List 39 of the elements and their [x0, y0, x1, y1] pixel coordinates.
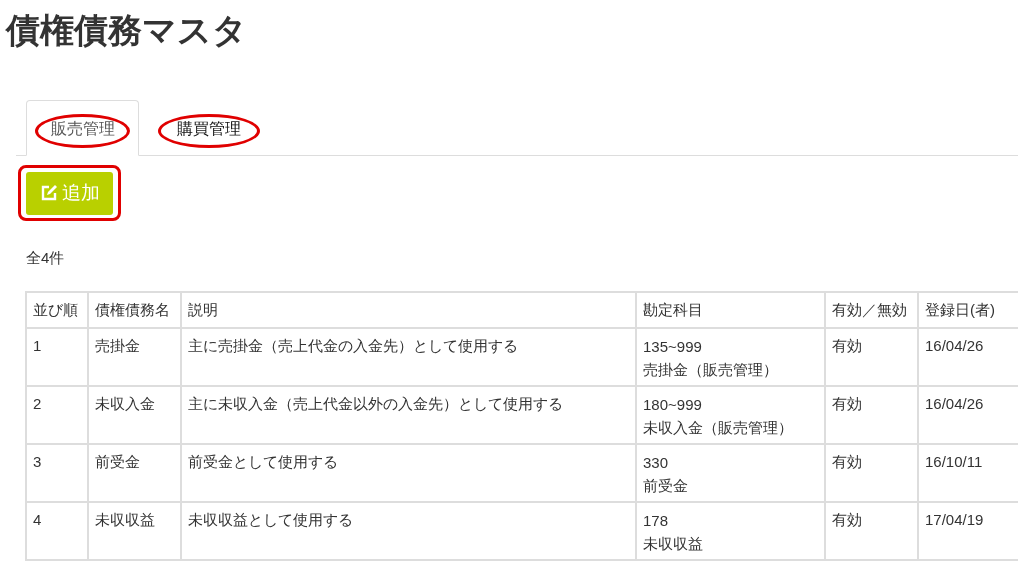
tab[interactable]: 販売管理 — [26, 100, 139, 156]
table-cell: 16/10/11 — [925, 453, 983, 470]
account-name: 前受金 — [643, 476, 689, 496]
column-header: 並び順 — [26, 292, 88, 328]
table-cell: 1 — [26, 328, 88, 386]
table-cell: 前受金として使用する — [181, 444, 636, 502]
column-header: 有効／無効 — [825, 292, 918, 328]
account-code: 135~999 — [643, 337, 703, 357]
record-count: 全4件 — [26, 248, 65, 268]
table-cell: 3 — [26, 444, 88, 502]
table-cell: 売掛金 — [88, 328, 181, 386]
table-cell: 主に売掛金（売上代金の入金先）として使用する — [181, 328, 636, 386]
page-title: 債権債務マスタ — [6, 10, 247, 51]
table-cell: 有効 — [825, 328, 918, 386]
table-cell: 主に未収入金（売上代金以外の入金先）として使用する — [181, 386, 636, 444]
tab[interactable]: 購買管理 — [149, 100, 269, 156]
column-header: 説明 — [181, 292, 636, 328]
table-cell: 2 — [26, 386, 88, 444]
column-header: 勘定科目 — [636, 292, 825, 328]
account-code: 178 — [643, 511, 670, 531]
edit-icon — [39, 184, 58, 202]
table-cell: 有効 — [825, 444, 918, 502]
account-code: 180~999 — [643, 395, 703, 415]
table-cell: 16/04/26 — [925, 337, 984, 354]
column-header: 登録日(者) — [918, 292, 1018, 328]
account-name: 未収入金（販売管理） — [643, 418, 794, 438]
table-cell: 17/04/19 — [925, 511, 984, 528]
account-name: 売掛金（販売管理） — [643, 360, 779, 380]
account-name: 未収収益 — [643, 534, 704, 554]
table-cell: 有効 — [825, 502, 918, 560]
table-cell: 有効 — [825, 386, 918, 444]
table-cell: 未収収益として使用する — [181, 502, 636, 560]
table-cell: 16/04/26 — [925, 395, 984, 412]
table-cell: 前受金 — [88, 444, 181, 502]
table-cell: 4 — [26, 502, 88, 560]
column-header: 債権債務名 — [88, 292, 181, 328]
table-cell: 未収入金 — [88, 386, 181, 444]
table-cell: 未収収益 — [88, 502, 181, 560]
account-code: 330 — [643, 453, 670, 473]
